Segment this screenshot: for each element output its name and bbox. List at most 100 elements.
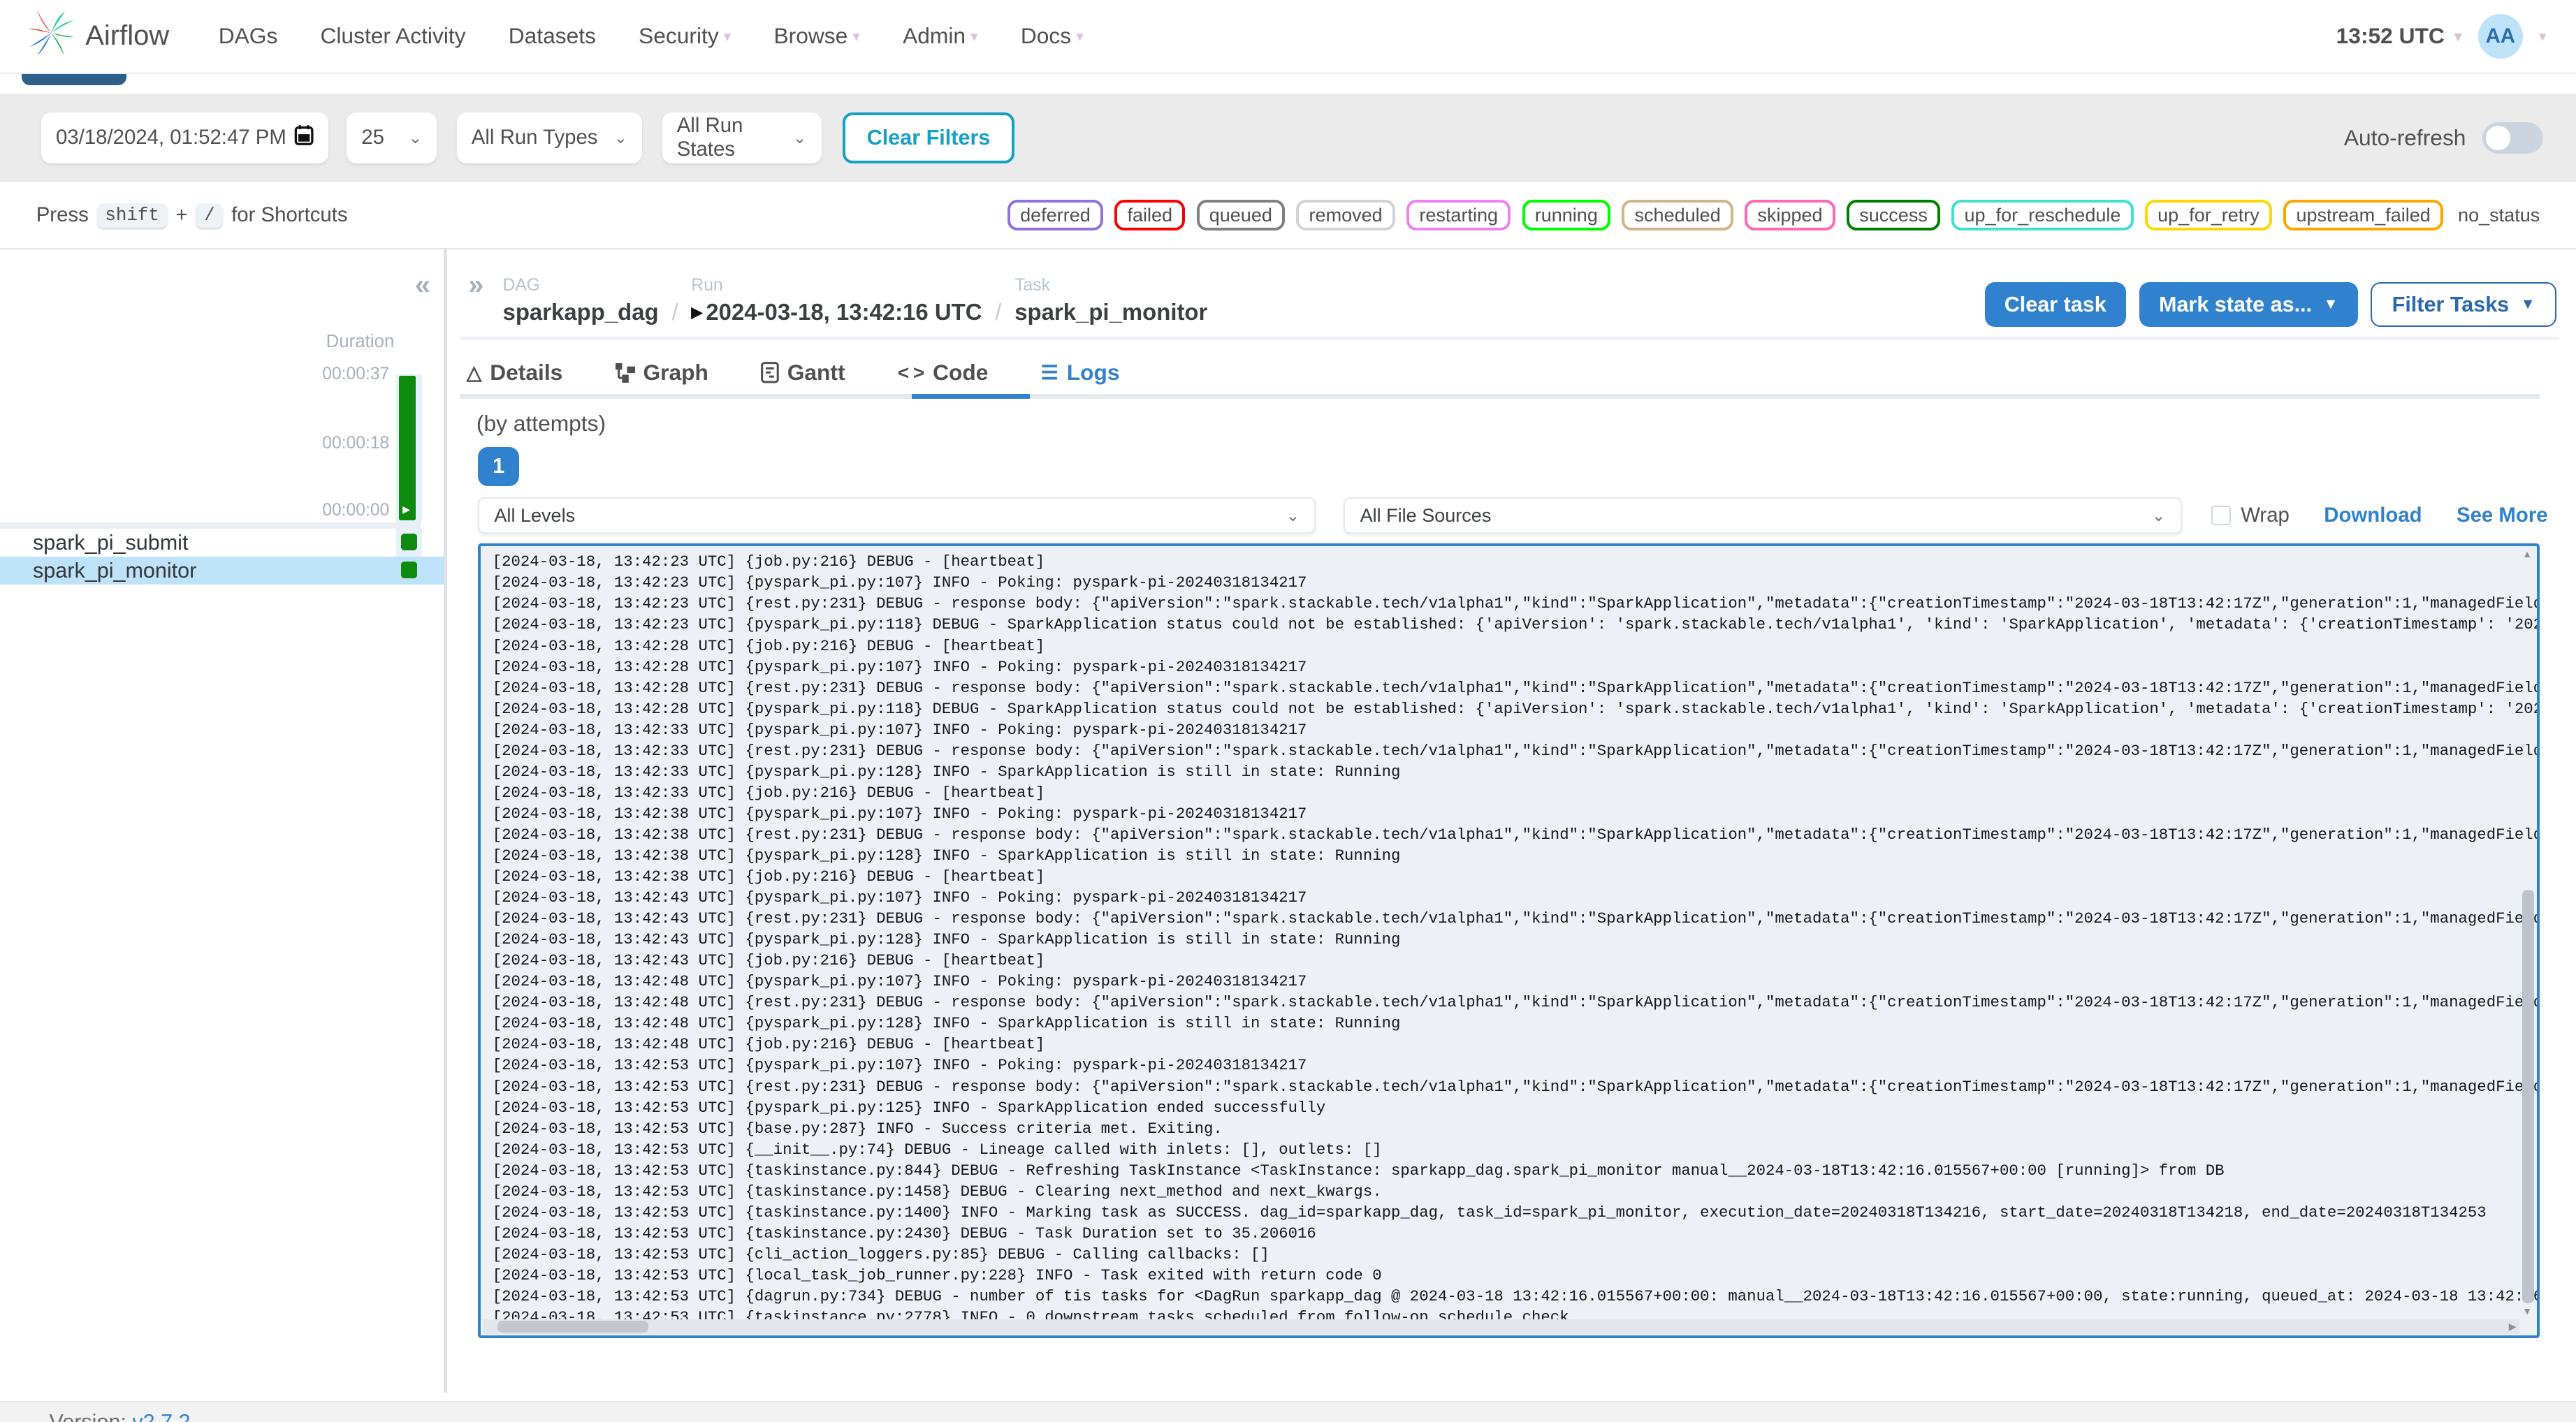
chevron-down-icon: ⌄ [2151,506,2166,525]
log-line: [2024-03-18, 13:42:38 UTC] {pyspark_pi.p… [492,804,1307,823]
download-link[interactable]: Download [2324,504,2422,527]
scroll-up-icon[interactable]: ▲ [2522,548,2532,559]
expand-panel-icon[interactable]: » [468,270,483,301]
status-badge[interactable]: running [1522,200,1610,231]
log-line: [2024-03-18, 13:42:53 UTC] {local_task_j… [492,1266,1382,1284]
shift-key: shift [96,203,168,228]
breadcrumb-task[interactable]: Task spark_pi_monitor [1014,276,1207,325]
log-line: [2024-03-18, 13:42:53 UTC] {pyspark_pi.p… [492,1098,1326,1117]
vertical-scrollbar[interactable]: ▲ ▼ [2521,548,2535,1333]
chevron-down-icon[interactable]: ▾ [2539,27,2547,45]
nav-item-security[interactable]: Security ▾ [639,23,731,49]
nav-item-browse[interactable]: Browse ▾ [773,23,860,49]
task-row-spark-pi-monitor[interactable]: spark_pi_monitor [0,557,444,585]
status-badge[interactable]: success [1847,200,1940,231]
calendar-icon[interactable] [294,124,314,152]
status-badge[interactable]: up_for_retry [2144,200,2272,231]
log-line: [2024-03-18, 13:42:43 UTC] {pyspark_pi.p… [492,930,1401,949]
breadcrumb-run[interactable]: Run ▶ 2024-03-18, 13:42:16 UTC [691,276,982,325]
nav-item-dags[interactable]: DAGs [219,23,278,49]
airflow-logo-icon [27,8,76,64]
log-line: [2024-03-18, 13:42:53 UTC] {taskinstance… [492,1161,2225,1180]
code-icon: < > [897,361,925,384]
log-line: [2024-03-18, 13:42:53 UTC] {taskinstance… [492,1203,2487,1222]
wrap-checkbox[interactable] [2211,506,2232,526]
clear-task-button[interactable]: Clear task [1984,282,2126,327]
by-attempts-label: (by attempts) [476,410,606,436]
detail-tabs: △ Details Graph Gantt < > Code ☰ Logs [460,348,1126,397]
datetime-filter-input[interactable]: 03/18/2024, 01:52:47 PM [41,112,329,163]
tab-graph[interactable]: Graph [609,348,715,397]
tab-code[interactable]: < > Code [891,348,994,397]
brand-name: Airflow [85,20,170,52]
horizontal-scrollbar[interactable]: ▶ [482,1319,2520,1335]
divider [0,522,421,529]
task-status-square-success[interactable] [400,534,418,550]
run-states-select[interactable]: All Run States ⌄ [662,112,822,163]
scroll-right-icon[interactable]: ▶ [2509,1321,2517,1333]
filter-bar: 03/18/2024, 01:52:47 PM 25 ⌄ All Run Type… [0,94,2576,182]
mark-state-button[interactable]: Mark state as... ▼ [2139,282,2358,327]
breadcrumb: DAG sparkapp_dag / Run ▶ 2024-03-18, 13:… [502,276,1208,325]
log-line: [2024-03-18, 13:42:28 UTC] {rest.py:231}… [492,678,2538,697]
log-levels-select[interactable]: All Levels ⌄ [478,497,1316,534]
log-line: [2024-03-18, 13:42:33 UTC] {pyspark_pi.p… [492,720,1307,739]
status-legend: deferred failed queued removed restarting run… [1007,200,2543,231]
log-line: [2024-03-18, 13:42:43 UTC] {pyspark_pi.p… [492,888,1307,907]
log-line: [2024-03-18, 13:42:53 UTC] {taskinstance… [492,1182,1382,1201]
nav-item-docs[interactable]: Docs ▾ [1021,23,1084,49]
avatar[interactable]: AA [2478,14,2523,59]
status-badge[interactable]: scheduled [1622,200,1733,231]
page-size-select[interactable]: 25 ⌄ [347,112,437,163]
clear-filters-button[interactable]: Clear Filters [843,112,1014,163]
duration-tick: 00:00:18 [322,433,390,453]
nav-item-admin[interactable]: Admin ▾ [903,23,978,49]
attempt-1-button[interactable]: 1 [478,446,520,486]
task-row-spark-pi-submit[interactable]: spark_pi_submit [0,529,444,557]
auto-refresh-toggle[interactable] [2482,122,2543,154]
tabs-underline [460,394,2540,400]
breadcrumb-dag[interactable]: DAG sparkapp_dag [503,276,659,325]
auto-refresh-group: Auto-refresh [2344,122,2543,154]
tab-details[interactable]: △ Details [460,348,569,397]
chevron-down-icon: ▾ [1076,28,1084,45]
tab-logs[interactable]: ☰ Logs [1034,348,1126,397]
status-badge[interactable]: queued [1196,200,1285,231]
run-duration-bar[interactable]: ▶ [399,376,416,521]
scroll-down-icon[interactable]: ▼ [2522,1305,2532,1317]
log-line: [2024-03-18, 13:42:33 UTC] {pyspark_pi.p… [492,762,1401,781]
status-badge[interactable]: removed [1296,200,1395,231]
log-line: [2024-03-18, 13:42:38 UTC] {rest.py:231}… [492,825,2538,844]
status-badge[interactable]: skipped [1745,200,1835,231]
status-badge[interactable]: no_status [2454,203,2543,228]
filter-tasks-button[interactable]: Filter Tasks ▼ [2371,282,2556,327]
log-line: [2024-03-18, 13:42:48 UTC] {job.py:216} … [492,1035,1045,1054]
chevron-down-icon: ⌄ [1286,506,1300,525]
logs-icon: ☰ [1040,361,1058,384]
tab-gantt[interactable]: Gantt [755,348,852,397]
status-badge[interactable]: restarting [1406,200,1511,231]
status-badge[interactable]: upstream_failed [2283,200,2443,231]
status-badge[interactable]: up_for_reschedule [1951,200,2134,231]
nav-item-datasets[interactable]: Datasets [509,23,596,49]
see-more-link[interactable]: See More [2457,504,2548,527]
log-file-sources-select[interactable]: All File Sources ⌄ [1344,497,2182,534]
status-badge[interactable]: failed [1114,200,1186,231]
details-icon: △ [466,361,482,384]
version-link[interactable]: v2.7.2 [132,1410,190,1422]
log-output[interactable]: [2024-03-18, 13:42:23 UTC] {job.py:216} … [478,543,2540,1339]
scrollbar-thumb[interactable] [2522,889,2534,1304]
play-icon: ▶ [402,504,410,515]
run-types-select[interactable]: All Run Types ⌄ [456,112,643,163]
brand[interactable]: Airflow [27,8,170,64]
chevron-down-icon: ▾ [2454,28,2462,45]
grid-sidebar: « Duration 00:00:37 00:00:18 00:00:00 ▶ … [0,249,444,1390]
nav-item-cluster-activity[interactable]: Cluster Activity [320,23,465,49]
collapse-panel-icon[interactable]: « [415,270,430,301]
nav-menu: DAGs Cluster Activity Datasets Security ▾… [219,23,1084,49]
navbar: Airflow DAGs Cluster Activity Datasets S… [0,0,2576,74]
utc-clock[interactable]: 13:52 UTC ▾ [2336,23,2462,49]
scrollbar-thumb[interactable] [497,1321,649,1333]
task-status-square-success[interactable] [400,562,418,578]
status-badge[interactable]: deferred [1007,200,1103,231]
